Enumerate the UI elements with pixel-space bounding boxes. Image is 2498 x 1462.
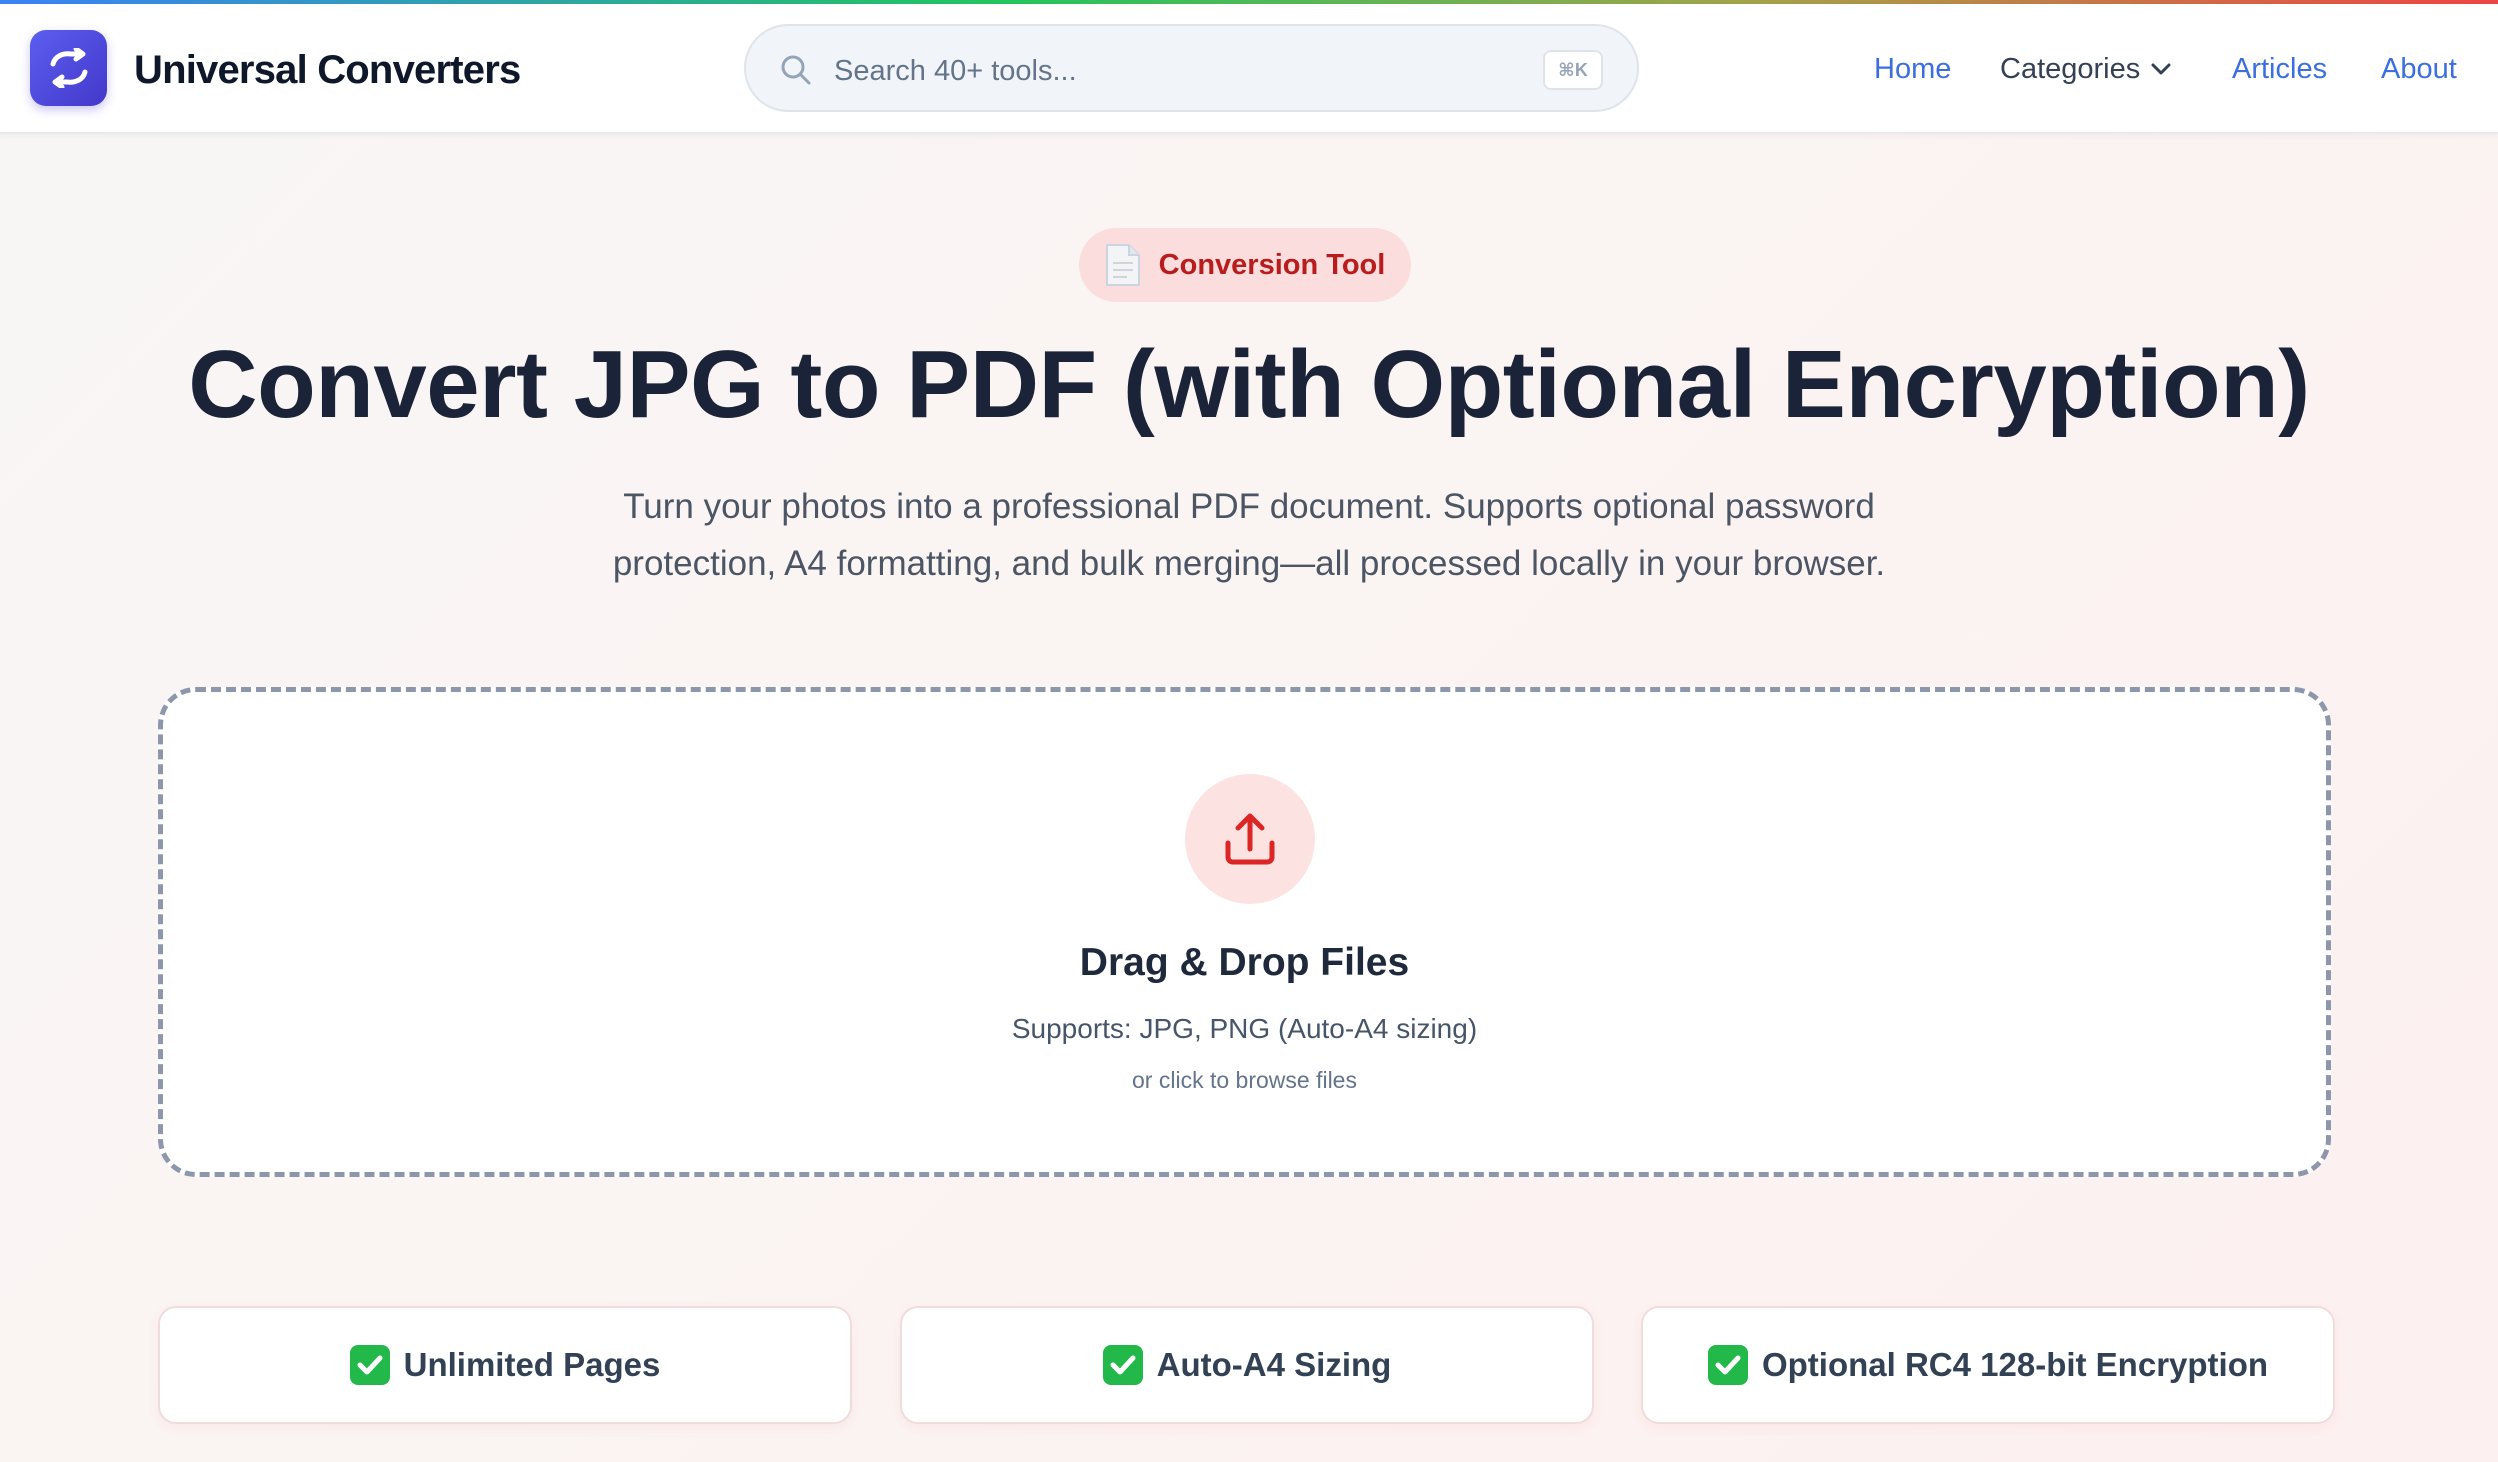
brand-name[interactable]: Universal Converters xyxy=(134,46,521,94)
nav-categories-dropdown[interactable]: Categories xyxy=(2000,52,2172,86)
dropzone-title: Drag & Drop Files xyxy=(1079,941,1410,984)
feature-card-encryption: Optional RC4 128-bit Encryption xyxy=(1641,1306,2335,1424)
upload-button[interactable] xyxy=(1185,774,1315,904)
feature-label: Unlimited Pages xyxy=(403,1346,661,1383)
page-subtitle: Turn your photos into a professional PDF… xyxy=(612,487,1886,583)
check-icon xyxy=(349,1345,390,1385)
site-header: Universal Converters Search 40+ tools...… xyxy=(0,4,2498,134)
dropzone-supported-formats: Supports: JPG, PNG (Auto-A4 sizing) xyxy=(1011,1013,1478,1044)
badge-label: Conversion Tool xyxy=(1158,248,1386,281)
logo[interactable] xyxy=(30,30,107,106)
check-icon xyxy=(1707,1345,1748,1385)
feature-label: Auto-A4 Sizing xyxy=(1156,1346,1392,1383)
feature-label: Optional RC4 128-bit Encryption xyxy=(1761,1346,2269,1383)
nav-home-link[interactable]: Home xyxy=(1874,52,1951,86)
nav-articles-link[interactable]: Articles xyxy=(2232,52,2327,86)
page-title: Convert JPG to PDF (with Optional Encryp… xyxy=(188,331,2310,438)
search-icon xyxy=(781,55,811,85)
search-input[interactable]: Search 40+ tools... xyxy=(834,54,1077,88)
browse-files-hint[interactable]: or click to browse files xyxy=(163,1066,2326,1094)
chevron-down-icon xyxy=(2151,63,2171,75)
nav-categories-label: Categories xyxy=(2000,53,2141,85)
upload-icon xyxy=(1225,813,1275,865)
document-icon xyxy=(1105,244,1140,286)
search-bar[interactable]: Search 40+ tools... ⌘K xyxy=(744,24,1639,112)
nav-about-link[interactable]: About xyxy=(2381,52,2457,86)
feature-card-auto-a4: Auto-A4 Sizing xyxy=(900,1306,1594,1424)
check-icon xyxy=(1102,1345,1143,1385)
category-badge: Conversion Tool xyxy=(1079,228,1411,302)
feature-card-unlimited-pages: Unlimited Pages xyxy=(158,1306,852,1424)
file-dropzone[interactable]: Drag & Drop Files Supports: JPG, PNG (Au… xyxy=(158,687,2331,1177)
search-shortcut-badge: ⌘K xyxy=(1543,50,1603,90)
convert-arrows-icon xyxy=(50,48,87,88)
